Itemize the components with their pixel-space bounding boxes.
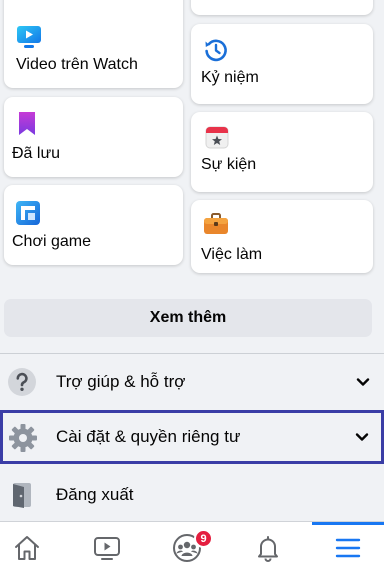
gaming-icon — [15, 200, 41, 231]
watch-icon — [92, 533, 122, 568]
shortcut-label: Chơi game — [12, 233, 91, 250]
shortcut-card-gaming[interactable]: Chơi game — [4, 185, 183, 265]
calendar-star-icon — [204, 124, 230, 155]
bell-icon — [253, 533, 283, 568]
shortcut-card-saved[interactable]: Đã lưu — [4, 97, 183, 177]
shortcut-label: Video trên Watch — [16, 56, 138, 73]
chevron-down-icon — [356, 375, 370, 389]
see-more-button[interactable]: Xem thêm — [4, 299, 372, 337]
menu-row-logout[interactable]: Đăng xuất — [0, 470, 384, 520]
question-circle-icon — [7, 367, 37, 397]
shortcut-label: Kỷ niệm — [201, 69, 259, 86]
shortcut-card-partial[interactable] — [191, 0, 373, 15]
menu-row-label: Trợ giúp & hỗ trợ — [56, 372, 186, 391]
tab-menu[interactable] — [316, 522, 380, 578]
shortcut-label: Việc làm — [201, 246, 263, 263]
menu-row-settings-privacy[interactable]: Cài đặt & quyền riêng tư — [0, 410, 384, 464]
shortcut-label: Sự kiện — [201, 156, 257, 173]
bookmark-icon — [16, 111, 38, 142]
divider — [0, 353, 384, 354]
groups-notification-badge: 9 — [194, 529, 213, 548]
memories-clock-icon — [203, 37, 229, 68]
tab-notifications[interactable] — [236, 522, 300, 578]
menu-icon — [333, 533, 363, 568]
shortcut-card-jobs[interactable]: Việc làm — [191, 200, 373, 273]
menu-row-label: Cài đặt & quyền riêng tư — [56, 427, 241, 446]
door-exit-icon — [7, 480, 37, 510]
menu-row-label: Đăng xuất — [56, 485, 134, 504]
chevron-down-icon — [355, 430, 369, 444]
tab-watch[interactable] — [75, 522, 139, 578]
menu-row-help-support[interactable]: Trợ giúp & hỗ trợ — [0, 357, 384, 407]
tab-home[interactable] — [0, 522, 59, 578]
shortcut-card-memories[interactable]: Kỷ niệm — [191, 24, 373, 104]
shortcut-card-events[interactable]: Sự kiện — [191, 112, 373, 192]
bottom-tab-bar: 9 — [0, 521, 384, 578]
shortcut-card-video-watch[interactable]: Video trên Watch — [4, 0, 183, 88]
home-icon — [12, 533, 42, 568]
briefcase-icon — [203, 212, 229, 241]
watch-video-icon — [16, 24, 42, 55]
gear-icon — [8, 423, 38, 453]
shortcut-label: Đã lưu — [12, 145, 61, 162]
